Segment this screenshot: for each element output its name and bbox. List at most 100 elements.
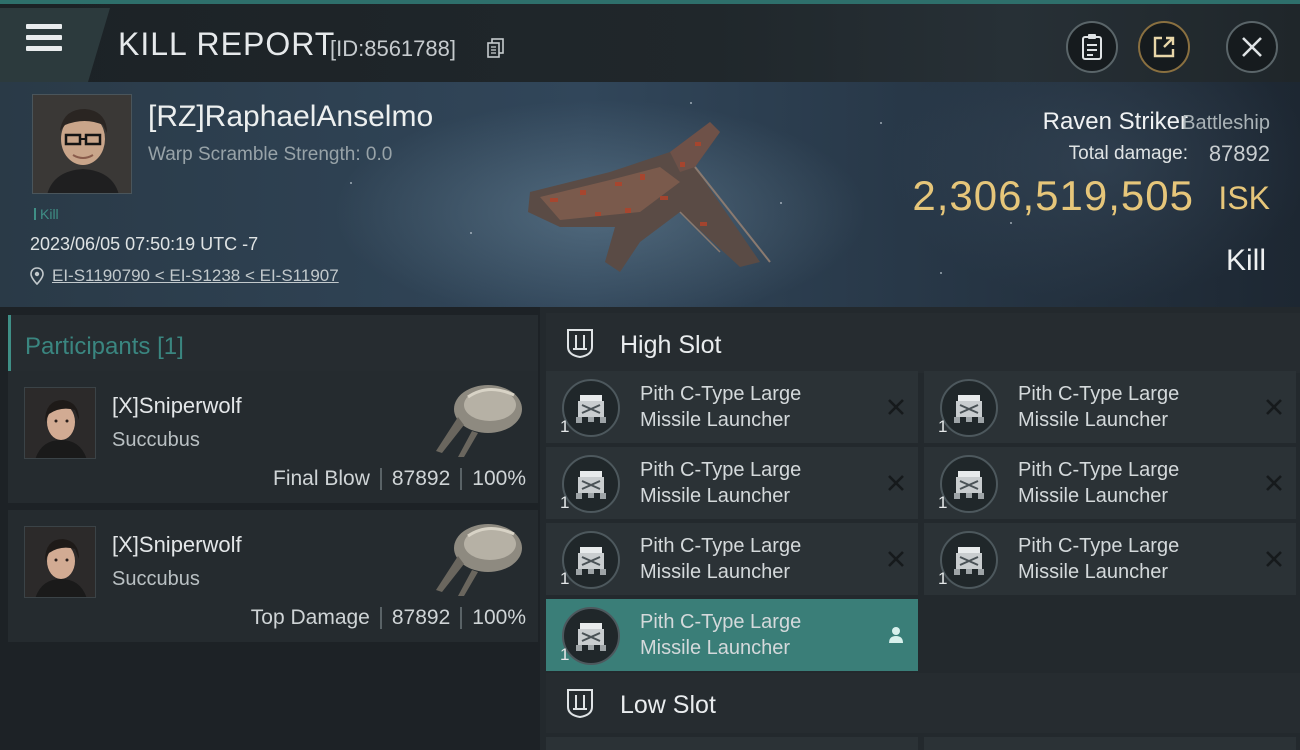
kill-outcome: Kill (1225, 244, 1266, 277)
module-quantity: 1 (560, 493, 570, 512)
participant-damage: 87892 (391, 606, 451, 629)
module-quantity: 1 (560, 569, 570, 588)
destroyed-x-icon (1266, 551, 1282, 567)
participant-ship: Succubus (112, 568, 200, 590)
hamburger-menu-icon[interactable] (26, 24, 62, 54)
module-name-line2: Missile Launcher (640, 561, 791, 583)
close-button[interactable] (1226, 21, 1278, 73)
participant-ship: Succubus (112, 429, 200, 451)
participant-percent: 100% (472, 467, 526, 490)
high-slot-module[interactable]: 1 Pith C-Type Large Missile Launcher (546, 447, 918, 519)
missile-launcher-icon (562, 531, 620, 589)
destroyed-x-icon (1266, 399, 1282, 415)
isk-value: 2,306,519,505 (912, 172, 1194, 219)
destroyed-x-icon (888, 399, 904, 415)
high-slot-title: High Slot (620, 331, 722, 359)
participant-ship-image (436, 524, 522, 596)
divider (379, 607, 382, 629)
participants-label: Participants (25, 333, 151, 360)
high-slot-module[interactable]: 1 Pith C-Type Large Missile Launcher (924, 523, 1296, 595)
module-quantity: 1 (938, 493, 948, 512)
module-name-line2: Missile Launcher (1018, 561, 1169, 583)
clipboard-button[interactable] (1066, 21, 1118, 73)
low-slot-module[interactable] (924, 737, 1296, 750)
victim-ship-name[interactable]: Raven Striker (1043, 108, 1188, 136)
victim-name[interactable]: [RZ]RaphaelAnselmo (148, 100, 433, 134)
page-title: KILL REPORT (118, 26, 336, 62)
close-icon (1242, 37, 1262, 57)
high-slot-module[interactable]: 1 Pith C-Type Large Missile Launcher (546, 599, 918, 671)
total-damage-label: Total damage: (1068, 143, 1188, 164)
participants-header: Participants [1] (8, 315, 538, 371)
high-slot-module[interactable]: 1 Pith C-Type Large Missile Launcher (924, 447, 1296, 519)
module-name-line2: Missile Launcher (1018, 485, 1169, 507)
module-name: Pith C-Type Large Missile Launcher (640, 609, 801, 661)
divider (379, 468, 382, 490)
copy-icon[interactable] (487, 38, 505, 58)
location-pin-icon (30, 267, 44, 285)
module-name-line1: Pith C-Type Large (640, 383, 802, 405)
module-name-line2: Missile Launcher (640, 637, 791, 659)
module-name-line2: Missile Launcher (640, 409, 791, 431)
module-name-line1: Pith C-Type Large (640, 459, 802, 481)
module-quantity: 1 (938, 417, 948, 436)
module-name: Pith C-Type Large Missile Launcher (1018, 381, 1179, 433)
module-name-line1: Pith C-Type Large (1018, 383, 1180, 405)
missile-launcher-icon (562, 607, 620, 665)
participant-damage: 87892 (391, 467, 451, 490)
missile-launcher-icon (562, 379, 620, 437)
module-name-line1: Pith C-Type Large (640, 611, 802, 633)
module-name-line2: Missile Launcher (640, 485, 791, 507)
participant-card[interactable]: [X]Sniperwolf Succubus Final Blow 87892 … (8, 371, 538, 503)
destroyed-x-icon (1266, 475, 1282, 491)
participant-stats: Top Damage 87892 100% (251, 606, 526, 630)
participants-title: Participants [1] (25, 333, 184, 361)
module-name-line2: Missile Launcher (1018, 409, 1169, 431)
low-slot-title: Low Slot (620, 691, 716, 719)
high-slot-header[interactable]: High Slot (546, 313, 1300, 373)
low-slot-module[interactable] (546, 737, 918, 750)
participant-avatar[interactable] (24, 526, 96, 598)
share-button[interactable] (1138, 21, 1190, 73)
module-name-line1: Pith C-Type Large (1018, 535, 1180, 557)
module-name: Pith C-Type Large Missile Launcher (1018, 533, 1179, 585)
module-quantity: 1 (560, 645, 570, 664)
isk-unit: ISK (1218, 180, 1270, 216)
victim-avatar[interactable] (32, 94, 132, 194)
top-bar: KILL REPORT [ID:8561788] (0, 0, 1300, 82)
module-name: Pith C-Type Large Missile Launcher (640, 457, 801, 509)
missile-launcher-icon (940, 455, 998, 513)
participant-card[interactable]: [X]Sniperwolf Succubus Top Damage 87892 … (8, 510, 538, 642)
share-icon (1153, 36, 1175, 58)
participant-percent: 100% (472, 606, 526, 629)
destroyed-x-icon (888, 475, 904, 491)
report-id: [ID:8561788] (330, 36, 456, 61)
participant-stats: Final Blow 87892 100% (273, 467, 526, 491)
high-slot-module[interactable]: 1 Pith C-Type Large Missile Launcher (546, 523, 918, 595)
clipboard-icon (1082, 34, 1102, 60)
module-name: Pith C-Type Large Missile Launcher (1018, 457, 1179, 509)
low-slot-header[interactable]: Low Slot (546, 673, 1300, 733)
high-slot-module[interactable]: 1 Pith C-Type Large Missile Launcher (546, 371, 918, 443)
kill-location[interactable]: EI-S1190790 < EI-S1238 < EI-S11907 (30, 266, 339, 286)
participants-count: [1] (157, 333, 184, 360)
person-icon (889, 627, 903, 643)
participant-role: Final Blow (273, 467, 370, 490)
participant-name[interactable]: [X]Sniperwolf (112, 532, 242, 558)
low-slot-icon (567, 689, 593, 719)
module-name-line1: Pith C-Type Large (1018, 459, 1180, 481)
missile-launcher-icon (940, 379, 998, 437)
high-slot-module[interactable]: 1 Pith C-Type Large Missile Launcher (924, 371, 1296, 443)
fitting-panel: High Slot 1 Pith C-Type Large Missile Laun… (540, 307, 1300, 750)
participant-role: Top Damage (250, 606, 370, 629)
kill-type-tag: Kill (34, 206, 59, 222)
missile-launcher-icon (562, 455, 620, 513)
module-name: Pith C-Type Large Missile Launcher (640, 381, 801, 433)
participant-ship-image (436, 385, 522, 457)
module-name: Pith C-Type Large Missile Launcher (640, 533, 801, 585)
location-link[interactable]: EI-S1190790 < EI-S1238 < EI-S11907 (52, 266, 339, 286)
participant-avatar[interactable] (24, 387, 96, 459)
total-damage-value: 87892 (1208, 141, 1270, 166)
module-quantity: 1 (560, 417, 570, 436)
participant-name[interactable]: [X]Sniperwolf (112, 393, 242, 419)
